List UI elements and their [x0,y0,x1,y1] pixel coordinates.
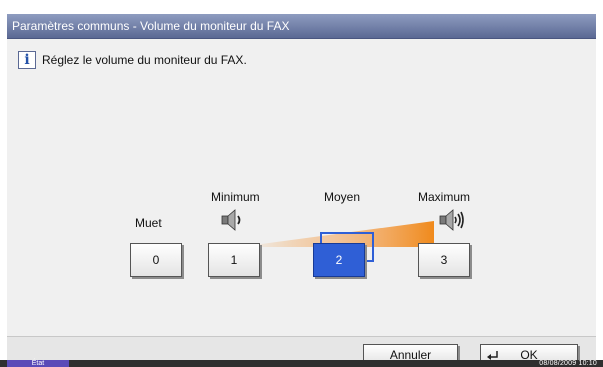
speaker-low-icon [221,209,241,231]
info-icon: i [18,51,36,69]
volume-key-3[interactable]: 3 [418,243,470,277]
status-tab[interactable]: État [7,360,69,367]
maximum-label: Maximum [418,190,471,204]
volume-key-0[interactable]: 0 [130,243,182,277]
dialog-frame: Paramètres communs - Volume du moniteur … [7,14,596,366]
window-title: Paramètres communs - Volume du moniteur … [7,14,596,39]
info-message: Réglez le volume du moniteur du FAX. [42,53,247,67]
content-area: i Réglez le volume du moniteur du FAX. M… [7,39,596,337]
info-message-row: i Réglez le volume du moniteur du FAX. [18,51,247,69]
mute-label: Muet [135,216,162,230]
datetime: 08/08/2009 10:10 [539,360,597,367]
speaker-high-icon [439,209,464,231]
medium-label: Moyen [324,190,361,204]
volume-key-2[interactable]: 2 [313,243,365,277]
status-bar: État 08/08/2009 10:10 [0,360,603,367]
minimum-label: Minimum [211,190,260,204]
volume-key-1[interactable]: 1 [208,243,260,277]
